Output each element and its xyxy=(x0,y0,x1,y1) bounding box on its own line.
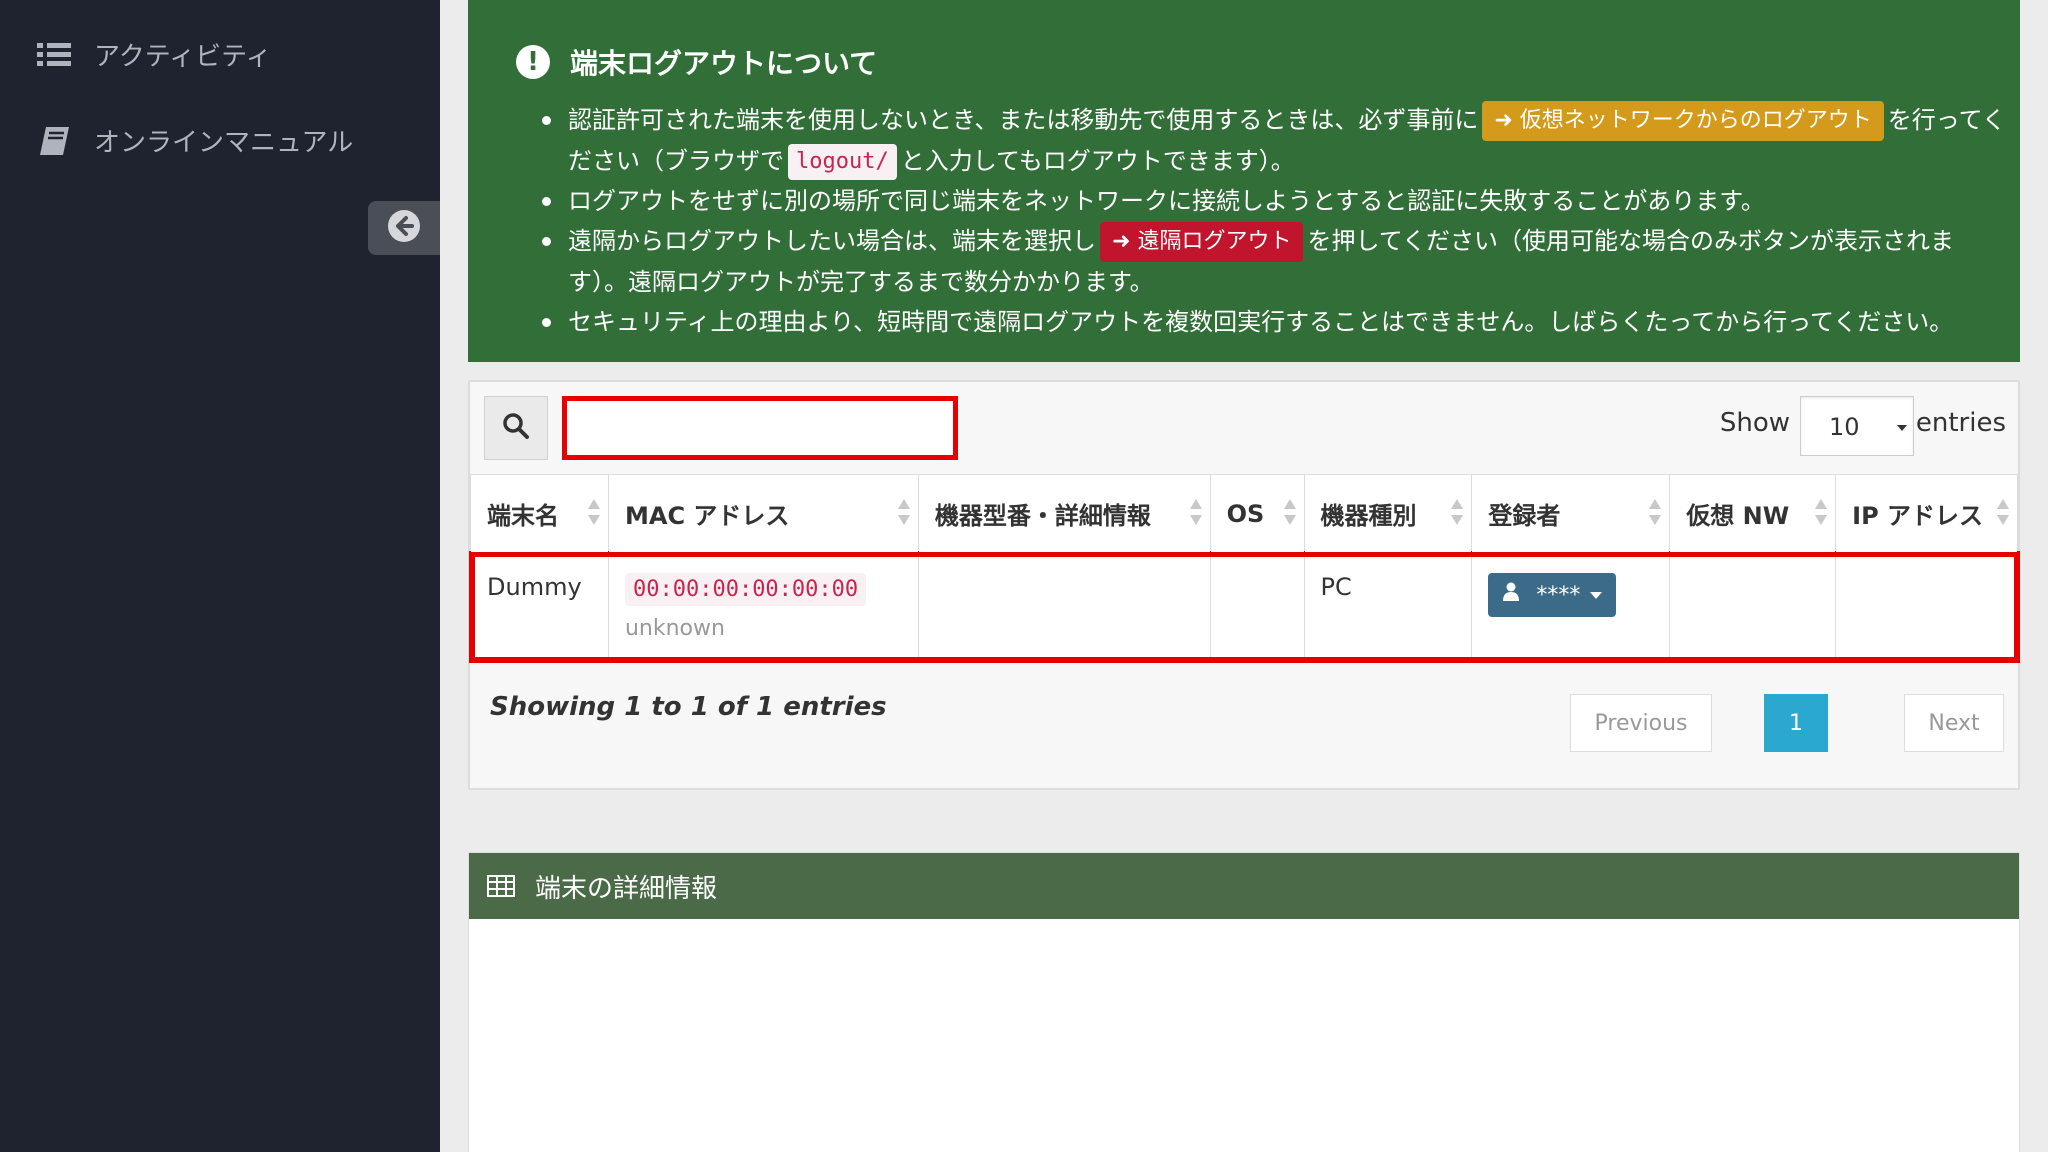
devices-table: 端末名 MAC アドレス 機器型番・詳細情報 OS 機器種別 登録者 仮想 NW… xyxy=(468,474,2020,663)
col-header-type[interactable]: 機器種別 xyxy=(1303,474,1473,553)
sidebar-item-label: アクティビティ xyxy=(94,42,272,72)
col-header-mac[interactable]: MAC アドレス xyxy=(607,474,919,553)
col-header-vnw[interactable]: 仮想 NW xyxy=(1669,474,1837,553)
previous-button[interactable]: Previous xyxy=(1570,694,1712,752)
sort-icon xyxy=(587,499,600,529)
sort-icon xyxy=(897,499,910,529)
sort-icon xyxy=(1815,499,1828,529)
table-row[interactable]: Dummy 00:00:00:00:00:00 unknown PC **** xyxy=(468,550,2020,663)
list-icon xyxy=(36,39,72,71)
entries-label: entries xyxy=(1915,408,2006,438)
cell-name: Dummy xyxy=(470,552,609,661)
sign-out-icon: ➜ xyxy=(1112,229,1131,254)
cell-os xyxy=(1209,552,1305,661)
sort-icon xyxy=(1451,499,1464,529)
arrow-circle-left-icon xyxy=(387,209,421,247)
book-icon xyxy=(36,125,72,157)
show-label: Show xyxy=(1719,408,1790,438)
sidebar-item-label: オンラインマニュアル xyxy=(94,128,354,158)
sidebar: アクティビティ オンラインマニュアル xyxy=(0,0,440,1152)
sort-icon xyxy=(1189,499,1202,529)
list-item: セキュリティ上の理由より、短時間で遠隔ログアウトを複数回実行することはできません… xyxy=(542,302,2012,342)
sort-icon xyxy=(1997,499,2009,529)
mac-address: 00:00:00:00:00:00 xyxy=(624,573,867,606)
search-button[interactable] xyxy=(484,396,548,460)
exclamation-icon: ! xyxy=(516,45,550,79)
page-1-button[interactable]: 1 xyxy=(1764,694,1828,752)
logout-code: logout/ xyxy=(788,144,897,180)
details-header: 端末の詳細情報 xyxy=(469,853,2019,919)
registrant-dropdown[interactable]: **** xyxy=(1488,573,1617,617)
next-button[interactable]: Next xyxy=(1904,694,2004,752)
search-icon xyxy=(502,412,530,444)
list-item: 認証許可された端末を使用しないとき、または移動先で使用するときは、必ず事前に ➜ … xyxy=(542,100,2012,181)
alert-bullet-list: 認証許可された端末を使用しないとき、または移動先で使用するときは、必ず事前に ➜ … xyxy=(542,100,2012,342)
sidebar-collapse-button[interactable] xyxy=(368,201,440,255)
sidebar-item-activity[interactable]: アクティビティ xyxy=(36,36,272,73)
user-icon xyxy=(1502,582,1520,608)
col-header-model[interactable]: 機器型番・詳細情報 xyxy=(917,474,1211,553)
table-icon xyxy=(487,874,517,898)
cell-mac: 00:00:00:00:00:00 unknown xyxy=(607,552,919,661)
main-content: ! 端末ログアウトについて 認証許可された端末を使用しないとき、または移動先で使… xyxy=(440,0,2048,1152)
alert-title: ! 端末ログアウトについて xyxy=(516,42,877,82)
details-title: 端末の詳細情報 xyxy=(535,873,718,904)
vnw-logout-button[interactable]: ➜ 仮想ネットワークからのログアウト xyxy=(1482,101,1884,141)
device-details-panel: 端末の詳細情報 xyxy=(468,852,2020,1152)
col-header-os[interactable]: OS xyxy=(1209,474,1305,553)
devices-table-panel: Show 10 entries 端末名 MAC アドレス 機器型番・詳細情報 O… xyxy=(468,380,2020,790)
sort-icon xyxy=(1649,499,1662,529)
chevron-down-icon xyxy=(1897,425,1907,431)
cell-vnw xyxy=(1669,552,1837,661)
cell-type: PC xyxy=(1303,552,1473,661)
search-input[interactable] xyxy=(562,396,958,460)
caret-down-icon xyxy=(1590,591,1603,599)
page-size-select[interactable]: 10 xyxy=(1800,396,1914,456)
sort-icon xyxy=(1283,499,1296,529)
list-item: ログアウトをせずに別の場所で同じ端末をネットワークに接続しようとすると認証に失敗… xyxy=(542,181,2012,221)
mac-vendor: unknown xyxy=(624,616,725,641)
logout-info-alert: ! 端末ログアウトについて 認証許可された端末を使用しないとき、または移動先で使… xyxy=(468,0,2020,362)
cell-model xyxy=(917,552,1211,661)
remote-logout-button[interactable]: ➜ 遠隔ログアウト xyxy=(1100,222,1304,262)
col-header-ip[interactable]: IP アドレス xyxy=(1835,474,2018,553)
sidebar-item-manual[interactable]: オンラインマニュアル xyxy=(36,122,353,159)
col-header-name[interactable]: 端末名 xyxy=(470,474,609,553)
col-header-registrant[interactable]: 登録者 xyxy=(1471,474,1671,553)
list-item: 遠隔からログアウトしたい場合は、端末を選択し ➜ 遠隔ログアウト を押してください（… xyxy=(542,221,2012,302)
sign-out-icon: ➜ xyxy=(1494,108,1513,133)
cell-registrant: **** xyxy=(1471,552,1671,661)
table-info: Showing 1 to 1 of 1 entries xyxy=(490,692,887,722)
cell-ip xyxy=(1835,552,2018,661)
